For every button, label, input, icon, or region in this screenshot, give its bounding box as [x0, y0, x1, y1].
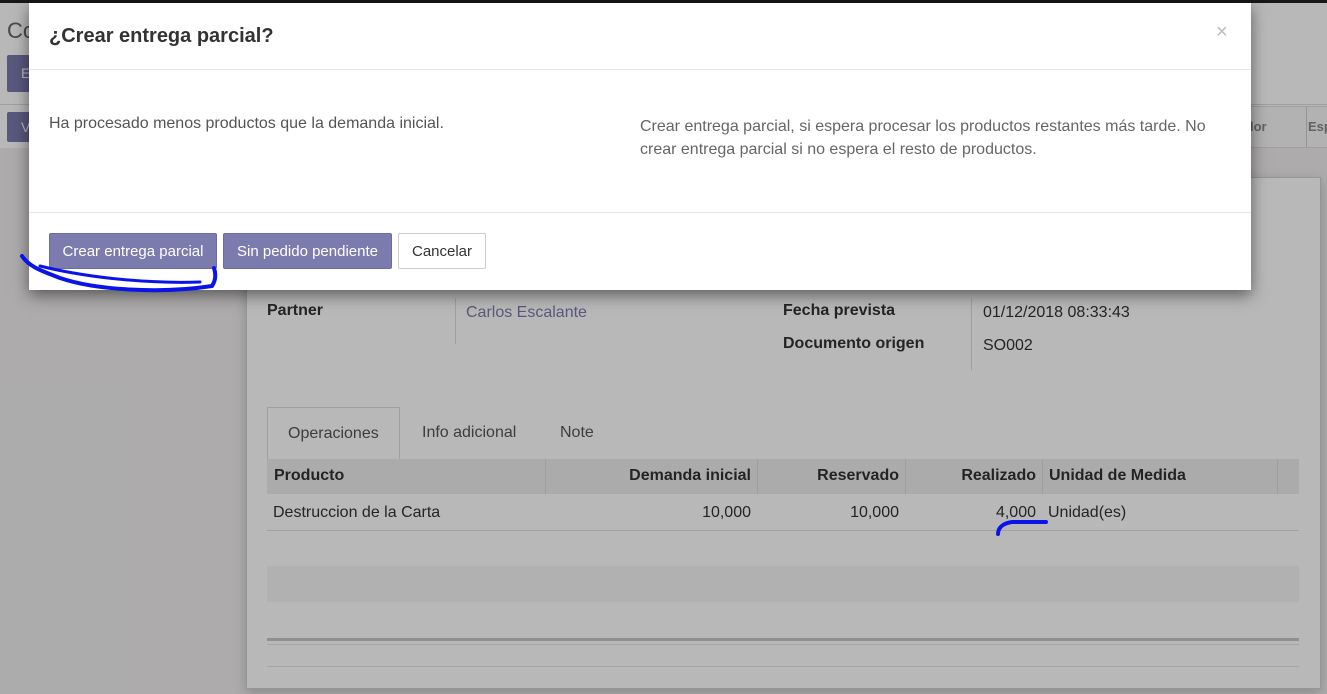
close-icon[interactable]: × [1216, 21, 1228, 44]
dialog-title: ¿Crear entrega parcial? [49, 25, 274, 47]
backorder-dialog: ¿Crear entrega parcial? × Ha procesado m… [29, 3, 1251, 290]
cancel-button[interactable]: Cancelar [398, 233, 486, 269]
dialog-footer-divider [29, 212, 1251, 213]
dialog-explanation: Crear entrega parcial, si espera procesa… [640, 118, 1206, 158]
create-backorder-button[interactable]: Crear entrega parcial [49, 233, 217, 269]
no-backorder-button[interactable]: Sin pedido pendiente [223, 233, 392, 269]
dialog-message: Ha procesado menos productos que la dema… [49, 115, 444, 132]
dialog-header-divider [29, 69, 1251, 70]
